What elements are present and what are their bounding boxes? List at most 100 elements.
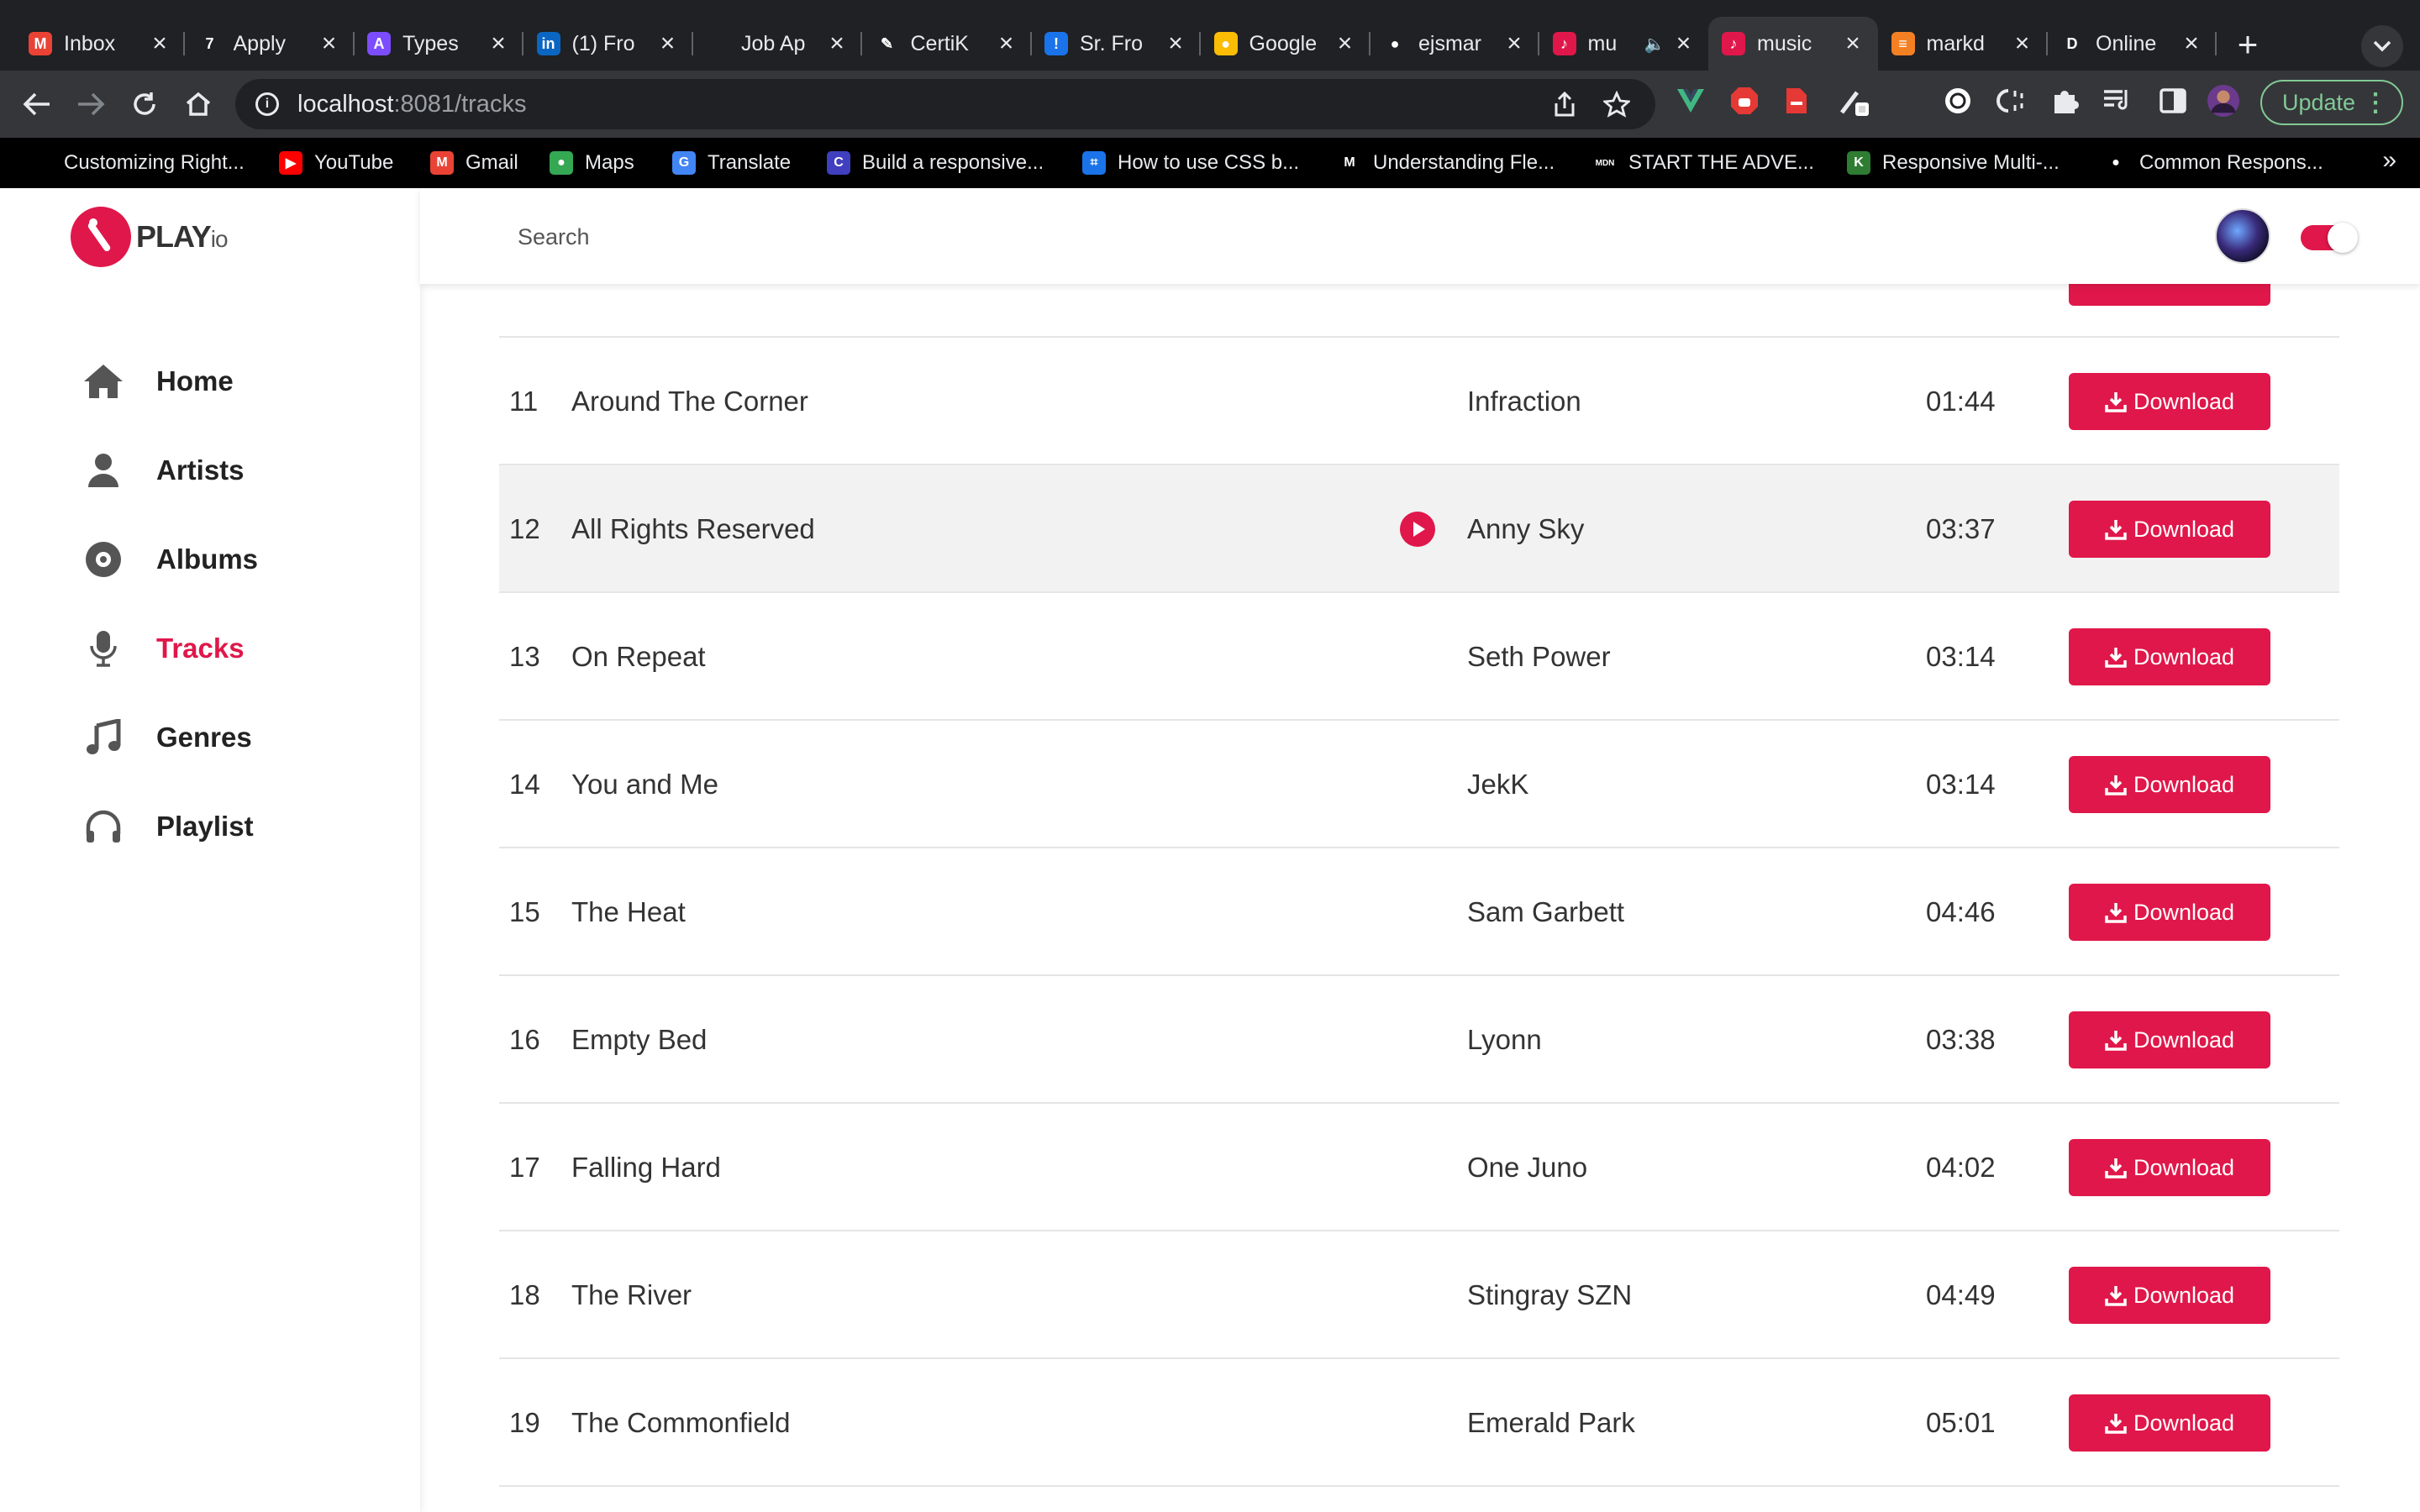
- browser-tab[interactable]: ♪ music ×: [1708, 17, 1878, 71]
- download-icon: [2105, 774, 2127, 795]
- browser-tab[interactable]: ✎ CertiK ×: [862, 17, 1032, 71]
- download-button[interactable]: Download: [2069, 756, 2270, 813]
- bookmark-item[interactable]: M Gmail: [430, 150, 518, 176]
- sidebar-item-tracks[interactable]: Tracks: [81, 623, 383, 674]
- css-scan-icon[interactable]: [1995, 84, 2028, 118]
- adblock-icon[interactable]: [1728, 84, 1761, 118]
- close-tab-icon[interactable]: ×: [2180, 29, 2203, 58]
- close-tab-icon[interactable]: ×: [1334, 29, 1357, 58]
- browser-tab[interactable]: 7 Apply ×: [185, 17, 355, 71]
- eyedropper-extension-icon[interactable]: [1837, 84, 1870, 118]
- close-tab-icon[interactable]: ×: [1841, 29, 1865, 58]
- bookmark-item[interactable]: ⌗ How to use CSS b...: [1082, 150, 1299, 176]
- track-row[interactable]: 12 All Rights Reserved Anny Sky 03:37 Downlo…: [499, 464, 2339, 591]
- track-row[interactable]: 16 Empty Bed Lyonn 03:38 Download: [499, 974, 2339, 1102]
- track-artist: Anny Sky: [1467, 513, 1585, 544]
- back-button[interactable]: [15, 82, 59, 126]
- browser-tab[interactable]: Job Ap ×: [692, 17, 862, 71]
- track-row[interactable]: 18 The River Stingray SZN 04:49 Download: [499, 1230, 2339, 1357]
- bookmark-item[interactable]: ▶ YouTube: [279, 150, 393, 176]
- grammar-extension-icon[interactable]: [1941, 84, 1975, 118]
- download-icon: [2105, 646, 2127, 668]
- pdf-extension-icon[interactable]: [1780, 84, 1813, 118]
- close-tab-icon[interactable]: ×: [656, 29, 680, 58]
- close-tab-icon[interactable]: ×: [825, 29, 849, 58]
- browser-tab[interactable]: ! Sr. Fro ×: [1031, 17, 1201, 71]
- download-button[interactable]: Download: [2069, 1139, 2270, 1196]
- track-row[interactable]: 14 You and Me JekK 03:14 Download: [499, 719, 2339, 847]
- download-button[interactable]: Download: [2069, 628, 2270, 685]
- bookmark-item[interactable]: Customizing Right...: [64, 150, 245, 176]
- app-logo[interactable]: PLAYio: [71, 207, 229, 267]
- speaker-icon[interactable]: 🔈: [1644, 34, 1665, 55]
- chevron-down-icon: [2373, 40, 2391, 52]
- chrome-update-button[interactable]: Update ⋮: [2260, 80, 2403, 125]
- close-tab-icon[interactable]: ×: [995, 29, 1018, 58]
- browser-tab[interactable]: ♪ mu 🔈 ×: [1539, 17, 1709, 71]
- address-bar[interactable]: i localhost:8081/tracks: [235, 79, 1655, 129]
- browser-tab[interactable]: ● Google ×: [1201, 17, 1370, 71]
- browser-tab[interactable]: in (1) Fro ×: [523, 17, 693, 71]
- download-button[interactable]: [2069, 284, 2270, 306]
- bookmark-item[interactable]: K Responsive Multi-...: [1847, 150, 2060, 176]
- user-avatar[interactable]: [2215, 208, 2270, 264]
- browser-tab[interactable]: D Online ×: [2047, 17, 2217, 71]
- site-info-icon[interactable]: i: [255, 92, 279, 116]
- track-row[interactable]: 11 Around The Corner Infraction 01:44 Downlo…: [499, 336, 2339, 464]
- tab-search-button[interactable]: [2361, 25, 2403, 67]
- track-row[interactable]: 19 The Commonfield Emerald Park 05:01 Downlo…: [499, 1357, 2339, 1485]
- sidebar-item-albums[interactable]: Albums: [81, 534, 383, 585]
- close-tab-icon[interactable]: ×: [1164, 29, 1187, 58]
- close-tab-icon[interactable]: ×: [487, 29, 510, 58]
- sidebar-item-home[interactable]: Home: [81, 356, 383, 407]
- download-button[interactable]: Download: [2069, 501, 2270, 558]
- close-tab-icon[interactable]: ×: [148, 29, 171, 58]
- new-tab-button[interactable]: +: [2227, 24, 2269, 66]
- download-button[interactable]: Download: [2069, 1267, 2270, 1324]
- play-icon[interactable]: [1400, 512, 1435, 547]
- reading-list-icon[interactable]: [2101, 84, 2134, 118]
- bookmark-star-icon[interactable]: [1600, 87, 1634, 121]
- sidebar-item-playlist[interactable]: Playlist: [81, 801, 383, 852]
- close-tab-icon[interactable]: ×: [1502, 29, 1526, 58]
- track-row[interactable]: 13 On Repeat Seth Power 03:14 Download: [499, 591, 2339, 719]
- track-number: 11: [509, 386, 539, 417]
- d-icon: D: [2060, 32, 2084, 55]
- track-row[interactable]: 17 Falling Hard One Juno 04:02 Download: [499, 1102, 2339, 1230]
- vue-devtools-icon[interactable]: [1674, 84, 1707, 118]
- bookmark-item[interactable]: G Translate: [672, 150, 791, 176]
- bookmark-item[interactable]: ● Common Respons...: [2104, 150, 2323, 176]
- close-tab-icon[interactable]: ×: [1672, 29, 1696, 58]
- download-button[interactable]: Download: [2069, 884, 2270, 941]
- download-button[interactable]: Download: [2069, 373, 2270, 430]
- sidebar-item-genres[interactable]: Genres: [81, 712, 383, 763]
- bookmark-item[interactable]: MDN START THE ADVE...: [1593, 150, 1814, 176]
- browser-tab[interactable]: ● ejsmar ×: [1370, 17, 1539, 71]
- download-button[interactable]: Download: [2069, 1394, 2270, 1452]
- browser-tab[interactable]: A Types ×: [354, 17, 523, 71]
- tab-title: Sr. Fro: [1080, 31, 1144, 55]
- side-panel-icon[interactable]: [2156, 84, 2190, 118]
- forward-button[interactable]: [69, 82, 113, 126]
- reload-button[interactable]: [123, 82, 166, 126]
- bookmark-item[interactable]: ● Maps: [550, 150, 634, 176]
- sidebar-item-artists[interactable]: Artists: [81, 445, 383, 496]
- download-button[interactable]: Download: [2069, 1011, 2270, 1068]
- extensions-puzzle-icon[interactable]: [2049, 84, 2082, 118]
- bookmarks-overflow-icon[interactable]: »: [2382, 146, 2396, 175]
- browser-tab[interactable]: ≡ markd ×: [1878, 17, 2048, 71]
- track-title: You and Me: [571, 769, 718, 800]
- home-button[interactable]: [176, 82, 220, 126]
- close-tab-icon[interactable]: ×: [2011, 29, 2034, 58]
- profile-avatar-icon[interactable]: [2207, 84, 2240, 118]
- track-row[interactable]: 15 The Heat Sam Garbett 04:46 Download: [499, 847, 2339, 974]
- theme-toggle[interactable]: [2301, 223, 2358, 253]
- bookmark-item[interactable]: M Understanding Fle...: [1338, 150, 1555, 176]
- home-icon: [81, 359, 126, 404]
- bookmark-item[interactable]: C Build a responsive...: [827, 150, 1044, 176]
- search-input[interactable]: [518, 218, 1190, 255]
- browser-tab[interactable]: M Inbox ×: [15, 17, 185, 71]
- track-duration: 03:37: [1926, 513, 1996, 544]
- share-icon[interactable]: [1548, 87, 1581, 121]
- close-tab-icon[interactable]: ×: [318, 29, 341, 58]
